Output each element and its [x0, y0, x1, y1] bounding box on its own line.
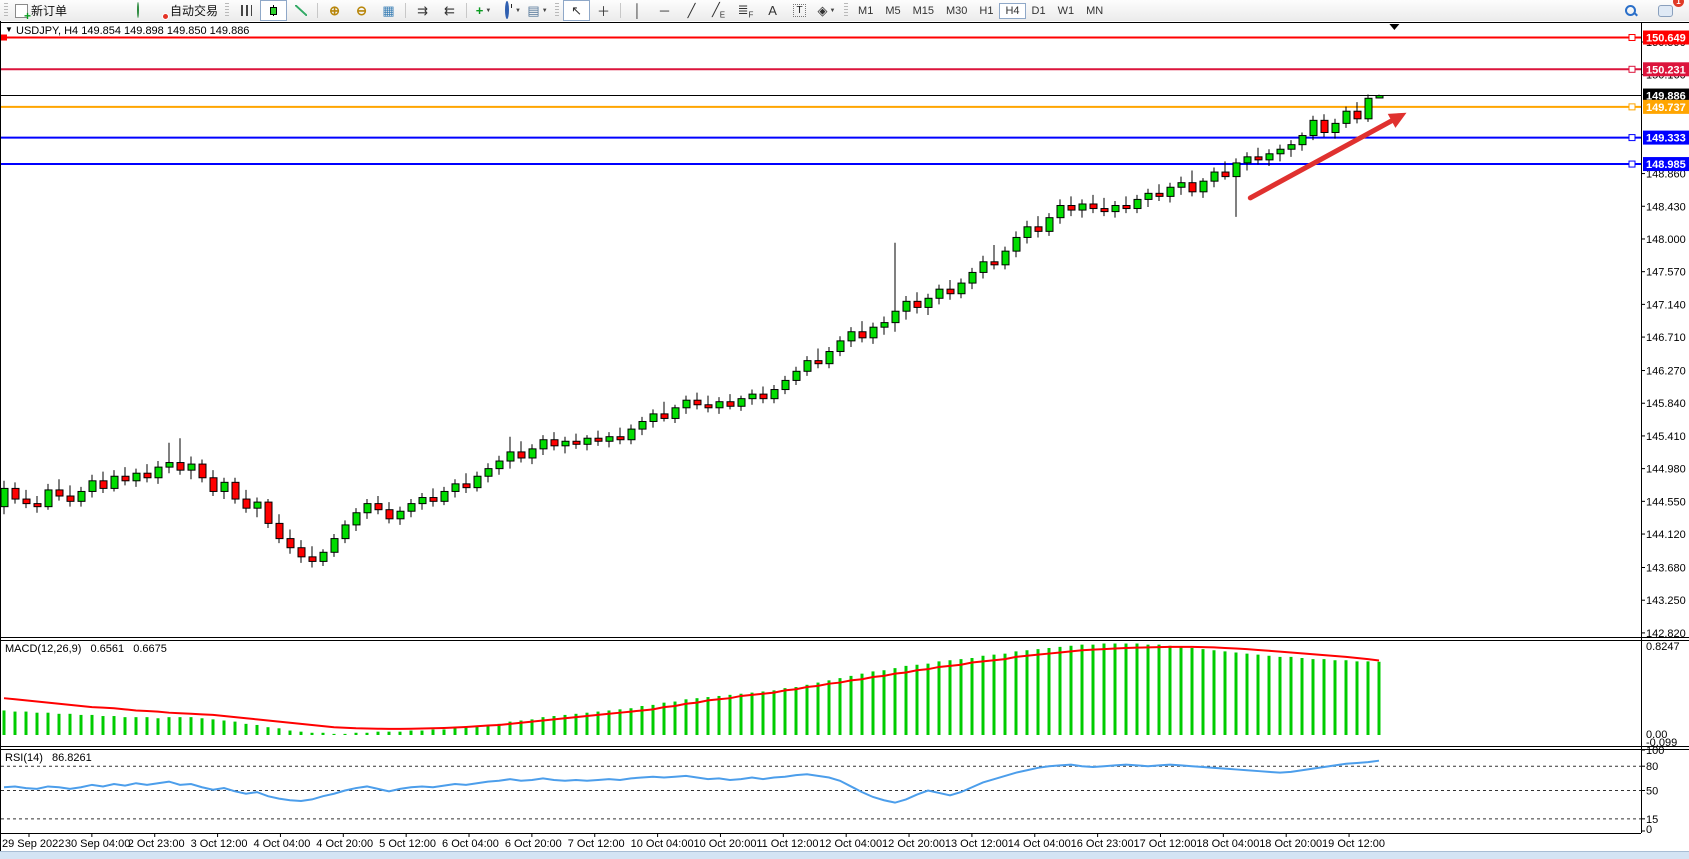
svg-text:149.333: 149.333 — [1646, 133, 1686, 145]
price-tick: 146.710 — [1646, 332, 1686, 344]
time-axis-label: 4 Oct 04:00 — [253, 838, 310, 850]
macd-name: MACD(12,26,9) — [5, 643, 81, 655]
time-axis-label: 19 Oct 12:00 — [1322, 838, 1385, 850]
rsi-name: RSI(14) — [5, 752, 43, 764]
time-axis-label: 18 Oct 04:00 — [1196, 838, 1259, 850]
time-axis-label: 29 Sep 2022 — [2, 838, 64, 850]
price-tick: 144.120 — [1646, 529, 1686, 541]
price-tick: 147.570 — [1646, 267, 1686, 279]
price-tick: 144.980 — [1646, 464, 1686, 476]
price-tick: 143.250 — [1646, 595, 1686, 607]
price-tick: 142.820 — [1646, 628, 1686, 640]
chart-menu-caret-icon[interactable]: ▼ — [5, 25, 13, 34]
price-tick: 144.550 — [1646, 496, 1686, 508]
metatrader-window: 新订单 自动交易 ⊕ ⊖ ▦ ⇉ ⇉ +▼ ▼ ▤▼ ↖ ＋ │ ─ ╱ ╱E … — [0, 0, 1689, 859]
time-axis-label: 6 Oct 04:00 — [442, 838, 499, 850]
hline-handle[interactable] — [1629, 104, 1635, 110]
time-axis-label: 4 Oct 20:00 — [316, 838, 373, 850]
time-axis-label: 5 Oct 12:00 — [379, 838, 436, 850]
hline-handle[interactable] — [1629, 135, 1635, 141]
time-axis-label: 30 Sep 04:00 — [65, 838, 130, 850]
time-axis-label: 17 Oct 12:00 — [1133, 838, 1196, 850]
hline-handle[interactable] — [1629, 66, 1635, 72]
price-tick: 145.840 — [1646, 398, 1686, 410]
svg-text:148.985: 148.985 — [1646, 159, 1686, 171]
rsi-axis-label: 50 — [1646, 786, 1658, 798]
hline-handle[interactable] — [1629, 35, 1635, 41]
svg-text:150.231: 150.231 — [1646, 64, 1686, 76]
time-axis-label: 18 Oct 20:00 — [1259, 838, 1322, 850]
macd-value: 0.6561 — [90, 643, 124, 655]
price-tick: 146.270 — [1646, 366, 1686, 378]
price-tick: 145.410 — [1646, 431, 1686, 443]
status-bar — [0, 851, 1689, 859]
time-axis-label: 12 Oct 20:00 — [882, 838, 945, 850]
macd-indicator-label: MACD(12,26,9) 0.6561 0.6675 — [5, 643, 167, 655]
time-axis-label: 16 Oct 23:00 — [1071, 838, 1134, 850]
chart-title: USDJPY, H4 149.854 149.898 149.850 149.8… — [16, 25, 249, 37]
macd-signal-value: 0.6675 — [133, 643, 167, 655]
time-axis-label: 10 Oct 20:00 — [693, 838, 756, 850]
price-tick: 143.680 — [1646, 562, 1686, 574]
time-axis-label: 2 Oct 23:00 — [128, 838, 185, 850]
time-axis-label: 6 Oct 20:00 — [505, 838, 562, 850]
time-axis-label: 13 Oct 12:00 — [945, 838, 1008, 850]
macd-axis-label: 0.8247 — [1646, 641, 1680, 653]
rsi-indicator-label: RSI(14) 86.8261 — [5, 752, 92, 764]
time-axis-label: 12 Oct 04:00 — [819, 838, 882, 850]
chart-canvas[interactable]: 150.590150.160148.860148.430148.000147.5… — [0, 0, 1689, 859]
time-axis-label: 14 Oct 04:00 — [1008, 838, 1071, 850]
price-tick: 148.430 — [1646, 201, 1686, 213]
hline-handle[interactable] — [1629, 161, 1635, 167]
time-axis-label: 10 Oct 04:00 — [631, 838, 694, 850]
rsi-axis-label: 0 — [1646, 824, 1652, 836]
svg-text:149.737: 149.737 — [1646, 102, 1686, 114]
price-tick: 147.140 — [1646, 299, 1686, 311]
time-axis-label: 3 Oct 12:00 — [191, 838, 248, 850]
price-tick: 148.000 — [1646, 234, 1686, 246]
time-axis-label: 7 Oct 12:00 — [568, 838, 625, 850]
hline-handle[interactable] — [1, 35, 7, 41]
time-axis-label: 11 Oct 12:00 — [756, 838, 818, 850]
rsi-value: 86.8261 — [52, 752, 92, 764]
rsi-axis-label: 80 — [1646, 761, 1658, 773]
svg-text:150.649: 150.649 — [1646, 33, 1686, 45]
rsi-axis-label: 100 — [1646, 745, 1664, 757]
